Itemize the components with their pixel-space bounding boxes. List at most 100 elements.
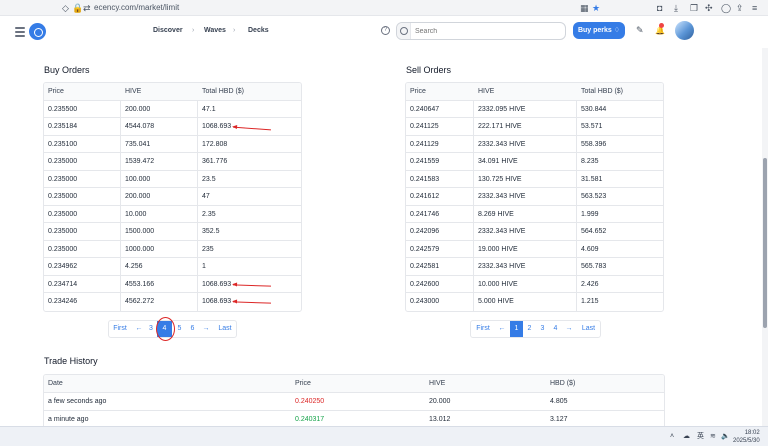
table-row[interactable]: 0.242600 10.000 HIVE 2.426	[406, 276, 663, 293]
table-cell: 2332.095 HIVE	[478, 105, 526, 113]
table-row[interactable]: 0.240647 2332.095 HIVE 530.844	[406, 101, 663, 118]
sell-orders-table: Price HIVE Total HBD ($) 0.240647 2332.09…	[405, 82, 664, 312]
pen-icon[interactable]: ✎	[636, 26, 644, 35]
table-row[interactable]: 0.241746 8.269 HIVE 1.999	[406, 206, 663, 223]
address-bar[interactable]: ecency.com/market/limit	[94, 2, 179, 14]
table-row[interactable]: 0.241125 222.171 HIVE 53.571	[406, 118, 663, 136]
bookmark-star-icon[interactable]: ★	[592, 2, 600, 14]
wifi-icon[interactable]: ≋	[710, 432, 716, 441]
table-cell: 0.235500	[48, 105, 78, 113]
page-last[interactable]: Last	[213, 321, 237, 337]
table-row[interactable]: 0.242579 19.000 HIVE 4.609	[406, 241, 663, 258]
pocket-icon[interactable]: ◘	[657, 2, 662, 14]
table-row[interactable]: 0.235100 735.041 172.808	[44, 136, 301, 153]
puzzle-icon[interactable]: ✣	[705, 2, 713, 14]
table-cell: 0.241125	[410, 123, 439, 130]
table-cell: 0.235000	[48, 245, 78, 253]
table-cell: 0.241612	[410, 193, 440, 200]
download-icon[interactable]: ⤓	[674, 2, 678, 14]
table-cell: 4562.272	[125, 298, 155, 305]
system-clock[interactable]: 18:02 2025/5/30	[733, 429, 760, 445]
trade-history-title: Trade History	[44, 356, 98, 366]
page-first[interactable]: First	[471, 321, 495, 337]
table-cell: 53.571	[581, 123, 603, 130]
search-box[interactable]	[396, 22, 566, 40]
trade-history-table: Date Price HIVE HBD ($) a few seconds ag…	[43, 374, 665, 430]
shield-icon[interactable]: ◇	[62, 2, 69, 14]
table-row[interactable]: 0.235000 100.000 23.5	[44, 171, 301, 188]
page-next-arrow-icon[interactable]: →	[199, 321, 213, 337]
table-cell: 0.241583	[410, 175, 440, 183]
share-icon[interactable]: ⇪	[736, 2, 744, 14]
search-input[interactable]	[415, 26, 555, 37]
table-row[interactable]: 0.235000 1500.000 352.5	[44, 223, 301, 241]
account-icon[interactable]: ◯	[721, 2, 731, 14]
table-row[interactable]: 0.241612 2332.343 HIVE 563.523	[406, 188, 663, 206]
column-header: HIVE	[478, 88, 495, 95]
table-cell: 1068.693	[202, 280, 232, 288]
page-3[interactable]: 3	[536, 321, 549, 337]
page-2[interactable]: 2	[523, 321, 536, 337]
page-next-arrow-icon[interactable]: →	[562, 321, 576, 337]
menu-icon[interactable]: ≡	[752, 2, 757, 14]
page-3[interactable]: 3	[147, 321, 155, 337]
site-settings-icon[interactable]: ⇄	[83, 2, 91, 14]
page-6[interactable]: 6	[186, 321, 199, 337]
chevron-right-icon: ›	[192, 27, 195, 34]
cloud-icon[interactable]: ☁	[683, 432, 690, 441]
table-row[interactable]: 0.241129 2332.343 HIVE 558.396	[406, 136, 663, 153]
table-cell: 1068.693	[202, 298, 232, 305]
table-row[interactable]: 0.235500 200.000 47.1	[44, 101, 301, 118]
table-cell: 200.000	[125, 193, 151, 200]
table-cell: 0.235000	[48, 193, 78, 200]
buy-orders-table: Price HIVE Total HBD ($) 0.235500 200.000…	[43, 82, 302, 312]
table-row[interactable]: 0.241583 130.725 HIVE 31.581	[406, 171, 663, 188]
table-cell: 0.241559	[410, 158, 440, 165]
table-cell: 200.000	[125, 105, 151, 113]
page-last[interactable]: Last	[576, 321, 601, 337]
lock-icon[interactable]: 🔒	[72, 2, 83, 14]
page-prev-arrow-icon[interactable]: ←	[495, 321, 509, 337]
table-row[interactable]: 0.235000 200.000 47	[44, 188, 301, 206]
scrollbar-thumb[interactable]	[763, 158, 767, 328]
table-row[interactable]: a few seconds ago 0.240250 20.000 4.805	[44, 393, 664, 411]
table-cell: 130.725 HIVE	[478, 175, 522, 183]
page-prev-arrow-icon[interactable]: ←	[131, 321, 147, 337]
table-row[interactable]: 0.243000 5.000 HIVE 1.215	[406, 293, 663, 311]
table-cell: 1500.000	[125, 228, 155, 235]
table-row[interactable]: 0.235000 10.000 2.35	[44, 206, 301, 223]
table-row[interactable]: 0.235000 1000.000 235	[44, 241, 301, 258]
table-cell: 100.000	[125, 175, 151, 183]
copy-icon[interactable]: ❐	[690, 2, 698, 14]
buy-perks-button[interactable]: Buy perks ♢	[573, 22, 625, 39]
speaker-icon[interactable]: 🔈	[721, 432, 730, 441]
table-cell: 19.000 HIVE	[478, 245, 518, 253]
buy-orders-title: Buy Orders	[44, 65, 90, 75]
table-row[interactable]: 0.235000 1539.472 361.776	[44, 153, 301, 171]
table-row[interactable]: 0.234962 4.256 1	[44, 258, 301, 276]
table-row[interactable]: 0.242096 2332.343 HIVE 564.652	[406, 223, 663, 241]
table-cell: 1068.693	[202, 123, 232, 130]
table-cell: 20.000	[429, 398, 451, 405]
page-1-active[interactable]: 1	[510, 321, 523, 337]
chevron-up-icon[interactable]: ˄	[670, 432, 674, 441]
ime-language[interactable]: 英	[697, 432, 704, 441]
nav-decks[interactable]: Decks	[248, 27, 269, 34]
hamburger-menu-icon[interactable]	[15, 27, 25, 37]
nav-waves[interactable]: Waves	[204, 27, 226, 34]
nav-discover[interactable]: Discover	[153, 27, 183, 34]
extensions-icon[interactable]: ▦	[580, 2, 589, 14]
table-row[interactable]: 0.241559 34.091 HIVE 8.235	[406, 153, 663, 171]
page-first[interactable]: First	[109, 321, 131, 337]
table-row[interactable]: 0.242581 2332.343 HIVE 565.783	[406, 258, 663, 276]
search-icon[interactable]	[397, 23, 411, 39]
ecency-logo[interactable]	[29, 23, 46, 40]
avatar[interactable]	[675, 21, 694, 40]
table-row[interactable]: 0.234714 4553.166 1068.693	[44, 276, 301, 293]
table-row[interactable]: 0.235184 4544.078 1068.693	[44, 118, 301, 136]
help-icon[interactable]: ?	[381, 26, 390, 35]
table-cell: 2332.343 HIVE	[478, 140, 526, 148]
page-4[interactable]: 4	[549, 321, 562, 337]
page-scrollbar[interactable]	[762, 48, 768, 428]
table-cell: a few seconds ago	[48, 398, 107, 405]
